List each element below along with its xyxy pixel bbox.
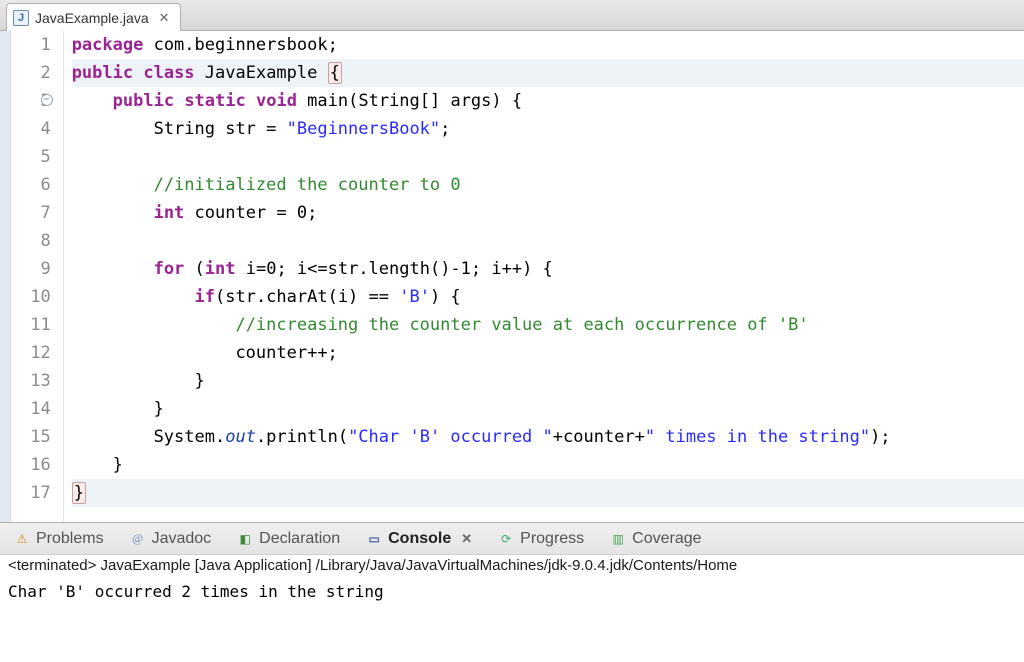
javadoc-icon: @	[130, 531, 146, 547]
console-icon: ▭	[366, 531, 382, 547]
view-tab-bar: ⚠ Problems @ Javadoc ◧ Declaration ▭ Console ✕ ⟳ P…	[0, 523, 1024, 555]
line-number: 9	[11, 255, 50, 283]
line-number: 10	[11, 283, 50, 311]
view-tab-label: Problems	[36, 530, 104, 548]
bottom-panel: ⚠ Problems @ Javadoc ◧ Declaration ▭ Console ✕ ⟳ P…	[0, 522, 1024, 662]
view-tab-label: Declaration	[259, 530, 340, 548]
line-number: 15	[11, 423, 50, 451]
code-area[interactable]: package com.beginnersbook;public class J…	[64, 31, 1024, 522]
view-tab-coverage[interactable]: ▥ Coverage	[604, 527, 707, 551]
code-line[interactable]: counter++;	[72, 339, 1024, 367]
code-line[interactable]: }	[72, 395, 1024, 423]
view-tab-javadoc[interactable]: @ Javadoc	[124, 527, 218, 551]
console-launch-header: <terminated> JavaExample [Java Applicati…	[0, 555, 1024, 576]
view-tab-problems[interactable]: ⚠ Problems	[8, 527, 110, 551]
line-number: 13	[11, 367, 50, 395]
code-line[interactable]: int counter = 0;	[72, 199, 1024, 227]
code-line[interactable]: public static void main(String[] args) {	[72, 87, 1024, 115]
view-tab-label: Coverage	[632, 530, 701, 548]
close-icon[interactable]: ✕	[461, 531, 472, 547]
line-number: 17	[11, 479, 50, 507]
line-number: 14	[11, 395, 50, 423]
line-number: 3−	[11, 87, 50, 115]
view-tab-progress[interactable]: ⟳ Progress	[492, 527, 590, 551]
view-tab-label: Progress	[520, 530, 584, 548]
line-number: 2	[11, 59, 50, 87]
view-tab-declaration[interactable]: ◧ Declaration	[231, 527, 346, 551]
code-line[interactable]	[72, 227, 1024, 255]
code-line[interactable]: if(str.charAt(i) == 'B') {	[72, 283, 1024, 311]
line-number: 11	[11, 311, 50, 339]
line-number: 16	[11, 451, 50, 479]
line-number: 8	[11, 227, 50, 255]
code-editor[interactable]: 123−4567891011121314151617 package com.b…	[0, 31, 1024, 522]
line-number: 5	[11, 143, 50, 171]
code-line[interactable]: //initialized the counter to 0	[72, 171, 1024, 199]
console-output[interactable]: Char 'B' occurred 2 times in the string	[0, 576, 1024, 608]
marker-strip	[0, 31, 11, 522]
code-line[interactable]: }	[72, 479, 1024, 507]
problems-icon: ⚠	[14, 531, 30, 547]
code-line[interactable]: //increasing the counter value at each o…	[72, 311, 1024, 339]
line-number: 1	[11, 31, 50, 59]
view-tab-label: Console	[388, 530, 451, 548]
editor-tab-filename: JavaExample.java	[35, 10, 149, 26]
code-line[interactable]: package com.beginnersbook;	[72, 31, 1024, 59]
line-number: 6	[11, 171, 50, 199]
view-tab-label: Javadoc	[152, 530, 212, 548]
close-icon[interactable]: ✕	[159, 10, 170, 26]
line-number: 7	[11, 199, 50, 227]
code-line[interactable]: }	[72, 451, 1024, 479]
code-line[interactable]: String str = "BeginnersBook";	[72, 115, 1024, 143]
line-number-gutter: 123−4567891011121314151617	[11, 31, 63, 522]
line-number: 4	[11, 115, 50, 143]
coverage-icon: ▥	[610, 531, 626, 547]
line-number: 12	[11, 339, 50, 367]
code-line[interactable]: for (int i=0; i<=str.length()-1; i++) {	[72, 255, 1024, 283]
declaration-icon: ◧	[237, 531, 253, 547]
fold-toggle-icon[interactable]: −	[41, 94, 53, 106]
code-line[interactable]	[72, 143, 1024, 171]
progress-icon: ⟳	[498, 531, 514, 547]
java-file-icon: J	[13, 10, 29, 26]
code-line[interactable]: public class JavaExample {	[72, 59, 1024, 87]
code-line[interactable]: System.out.println("Char 'B' occurred "+…	[72, 423, 1024, 451]
editor-tab[interactable]: J JavaExample.java ✕	[6, 3, 181, 31]
editor-tab-bar: J JavaExample.java ✕	[0, 0, 1024, 31]
view-tab-console[interactable]: ▭ Console ✕	[360, 527, 478, 551]
code-line[interactable]: }	[72, 367, 1024, 395]
